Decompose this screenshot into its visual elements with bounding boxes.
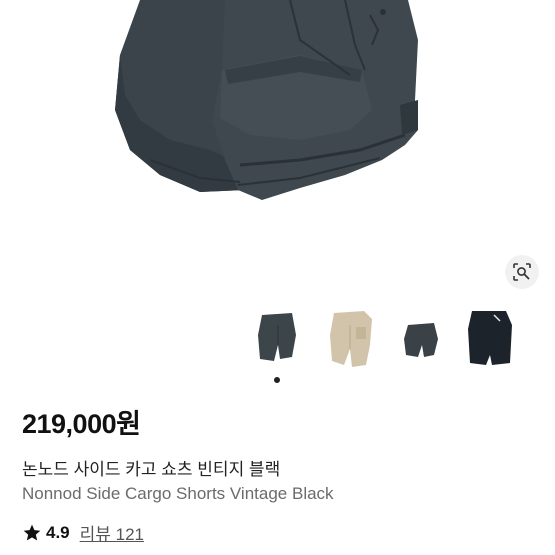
product-rating: 4.9 리뷰 121 bbox=[22, 520, 144, 545]
thumb-beige-shorts bbox=[330, 311, 372, 367]
review-count-link[interactable]: 리뷰 121 bbox=[80, 520, 144, 545]
shorts-illustration bbox=[115, 0, 418, 200]
thumbnail-strip bbox=[0, 305, 555, 375]
thumbnail-item[interactable] bbox=[326, 305, 382, 369]
product-main-image[interactable] bbox=[0, 0, 555, 300]
product-title-english: Nonnod Side Cargo Shorts Vintage Black bbox=[22, 484, 334, 503]
thumb-black-shorts bbox=[468, 311, 512, 365]
thumbnail-item[interactable] bbox=[250, 305, 306, 369]
thumb-dark-grey-shorts-small bbox=[404, 323, 438, 357]
thumb-dark-grey-shorts bbox=[258, 313, 296, 361]
gallery-page-indicator bbox=[274, 377, 280, 383]
product-price: 219,000원 bbox=[22, 409, 141, 439]
star-icon bbox=[23, 524, 41, 540]
image-search-button[interactable] bbox=[505, 255, 539, 289]
image-search-icon bbox=[513, 263, 531, 281]
product-title-korean: 논노드 사이드 카고 쇼츠 빈티지 블랙 bbox=[22, 460, 281, 479]
rating-score: 4.9 bbox=[46, 522, 70, 542]
thumbnail-item[interactable] bbox=[464, 305, 520, 369]
thumbnail-item[interactable] bbox=[398, 305, 454, 369]
